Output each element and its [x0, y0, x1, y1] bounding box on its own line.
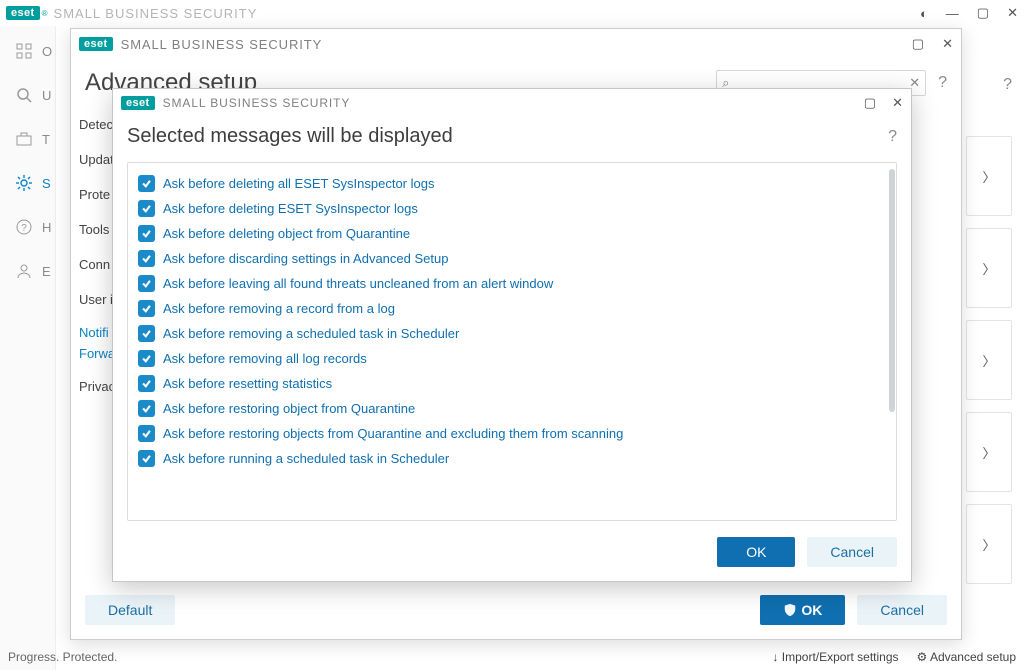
registered-mark: ®	[42, 9, 48, 18]
checkbox[interactable]	[138, 175, 155, 192]
checkbox[interactable]	[138, 350, 155, 367]
dialog-list-container: Ask before deleting all ESET SysInspecto…	[127, 162, 897, 521]
confirmation-item-label: Ask before restoring objects from Quaran…	[163, 426, 623, 441]
main-title: SMALL BUSINESS SECURITY	[54, 6, 258, 21]
confirmation-item[interactable]: Ask before removing all log records	[136, 346, 886, 371]
section-toggles: 〉 〉 〉 〉 〉	[966, 136, 1012, 584]
adv-titlebar: eset SMALL BUSINESS SECURITY ▢ ✕	[71, 29, 961, 59]
confirmation-item-label: Ask before deleting ESET SysInspector lo…	[163, 201, 418, 216]
confirmation-item[interactable]: Ask before running a scheduled task in S…	[136, 446, 886, 471]
adv-footer: Default OK Cancel	[71, 585, 961, 639]
person-icon	[16, 263, 32, 279]
briefcase-icon	[16, 131, 32, 147]
status-bar: Progress. Protected. ↓ Import/Export set…	[8, 650, 1016, 664]
checkbox[interactable]	[138, 300, 155, 317]
confirmation-item-label: Ask before restoring object from Quarant…	[163, 401, 415, 416]
section-toggle[interactable]: 〉	[966, 320, 1012, 400]
confirmation-item-label: Ask before leaving all found threats unc…	[163, 276, 553, 291]
dlg-window-title: SMALL BUSINESS SECURITY	[163, 96, 351, 110]
section-toggle[interactable]: 〉	[966, 228, 1012, 308]
checkbox[interactable]	[138, 325, 155, 342]
confirmation-item[interactable]: Ask before deleting ESET SysInspector lo…	[136, 196, 886, 221]
close-icon[interactable]: ✕	[942, 36, 953, 52]
confirmation-item[interactable]: Ask before removing a scheduled task in …	[136, 321, 886, 346]
question-icon: ?	[16, 219, 32, 235]
shield-icon	[783, 603, 797, 617]
ok-button[interactable]: OK	[760, 595, 845, 625]
close-icon[interactable]: ✕	[892, 95, 903, 111]
dialog-footer: OK Cancel	[113, 521, 911, 581]
confirmation-item[interactable]: Ask before deleting object from Quaranti…	[136, 221, 886, 246]
confirmation-item[interactable]: Ask before restoring object from Quarant…	[136, 396, 886, 421]
sidebar-item-account[interactable]: E	[0, 260, 55, 282]
confirmation-item-label: Ask before deleting all ESET SysInspecto…	[163, 176, 434, 191]
brand-badge: eset	[79, 37, 113, 51]
scrollbar-thumb[interactable]	[889, 169, 895, 412]
confirmation-item-label: Ask before resetting statistics	[163, 376, 332, 391]
sidebar-item-overview[interactable]: O	[0, 40, 55, 62]
confirmation-item-label: Ask before deleting object from Quaranti…	[163, 226, 410, 241]
main-sidebar: O U T S ? H E	[0, 26, 56, 670]
help-icon[interactable]: ?	[938, 74, 947, 92]
import-export-link[interactable]: ↓ Import/Export settings	[772, 650, 898, 664]
confirmation-item[interactable]: Ask before discarding settings in Advanc…	[136, 246, 886, 271]
confirmation-item[interactable]: Ask before removing a record from a log	[136, 296, 886, 321]
dialog-list[interactable]: Ask before deleting all ESET SysInspecto…	[128, 163, 896, 520]
checkbox[interactable]	[138, 400, 155, 417]
grid-icon	[16, 43, 32, 59]
section-toggle[interactable]: 〉	[966, 504, 1012, 584]
advanced-setup-link[interactable]: ⚙ Advanced setup	[917, 650, 1017, 664]
confirmation-item-label: Ask before removing all log records	[163, 351, 367, 366]
maximize-icon[interactable]: ▢	[912, 36, 924, 52]
maximize-icon[interactable]: ▢	[977, 5, 989, 21]
maximize-icon[interactable]: ▢	[864, 95, 876, 111]
dialog-heading: Selected messages will be displayed	[127, 125, 453, 148]
brand-badge: eset	[121, 96, 155, 110]
dlg-titlebar: eset SMALL BUSINESS SECURITY ▢ ✕	[113, 89, 911, 117]
status-text: Progress. Protected.	[8, 650, 117, 664]
close-icon[interactable]: ✕	[1007, 5, 1018, 21]
confirmation-item[interactable]: Ask before deleting all ESET SysInspecto…	[136, 171, 886, 196]
minimize-icon[interactable]: —	[946, 6, 959, 21]
section-toggle[interactable]: 〉	[966, 412, 1012, 492]
main-titlebar: eset ® SMALL BUSINESS SECURITY ◐ — ▢ ✕	[0, 0, 1024, 26]
brand-badge: eset	[6, 6, 40, 20]
gear-icon: ⚙	[917, 650, 928, 664]
contrast-icon[interactable]: ◐	[920, 6, 928, 21]
confirmation-messages-dialog: eset SMALL BUSINESS SECURITY ▢ ✕ Selecte…	[112, 88, 912, 582]
confirmation-item-label: Ask before discarding settings in Advanc…	[163, 251, 448, 266]
sidebar-item-help[interactable]: ? H	[0, 216, 55, 238]
adv-window-title: SMALL BUSINESS SECURITY	[121, 37, 323, 52]
confirmation-item-label: Ask before removing a scheduled task in …	[163, 326, 459, 341]
confirmation-item[interactable]: Ask before leaving all found threats unc…	[136, 271, 886, 296]
confirmation-item[interactable]: Ask before resetting statistics	[136, 371, 886, 396]
help-icon[interactable]: ?	[1003, 76, 1012, 94]
gear-icon	[16, 175, 32, 191]
default-button[interactable]: Default	[85, 595, 175, 625]
checkbox[interactable]	[138, 425, 155, 442]
sidebar-item-tools[interactable]: T	[0, 128, 55, 150]
sidebar-item-update[interactable]: U	[0, 84, 55, 106]
confirmation-item-label: Ask before removing a record from a log	[163, 301, 395, 316]
cancel-button[interactable]: Cancel	[807, 537, 897, 567]
checkbox[interactable]	[138, 225, 155, 242]
search-icon	[16, 87, 32, 103]
checkbox[interactable]	[138, 200, 155, 217]
sidebar-item-setup[interactable]: S	[0, 172, 55, 194]
ok-button[interactable]: OK	[717, 537, 795, 567]
cancel-button[interactable]: Cancel	[857, 595, 947, 625]
confirmation-item-label: Ask before running a scheduled task in S…	[163, 451, 449, 466]
confirmation-item[interactable]: Ask before restoring objects from Quaran…	[136, 421, 886, 446]
checkbox[interactable]	[138, 250, 155, 267]
section-toggle[interactable]: 〉	[966, 136, 1012, 216]
help-icon[interactable]: ?	[888, 128, 897, 146]
svg-text:?: ?	[21, 223, 27, 234]
checkbox[interactable]	[138, 375, 155, 392]
checkbox[interactable]	[138, 450, 155, 467]
checkbox[interactable]	[138, 275, 155, 292]
